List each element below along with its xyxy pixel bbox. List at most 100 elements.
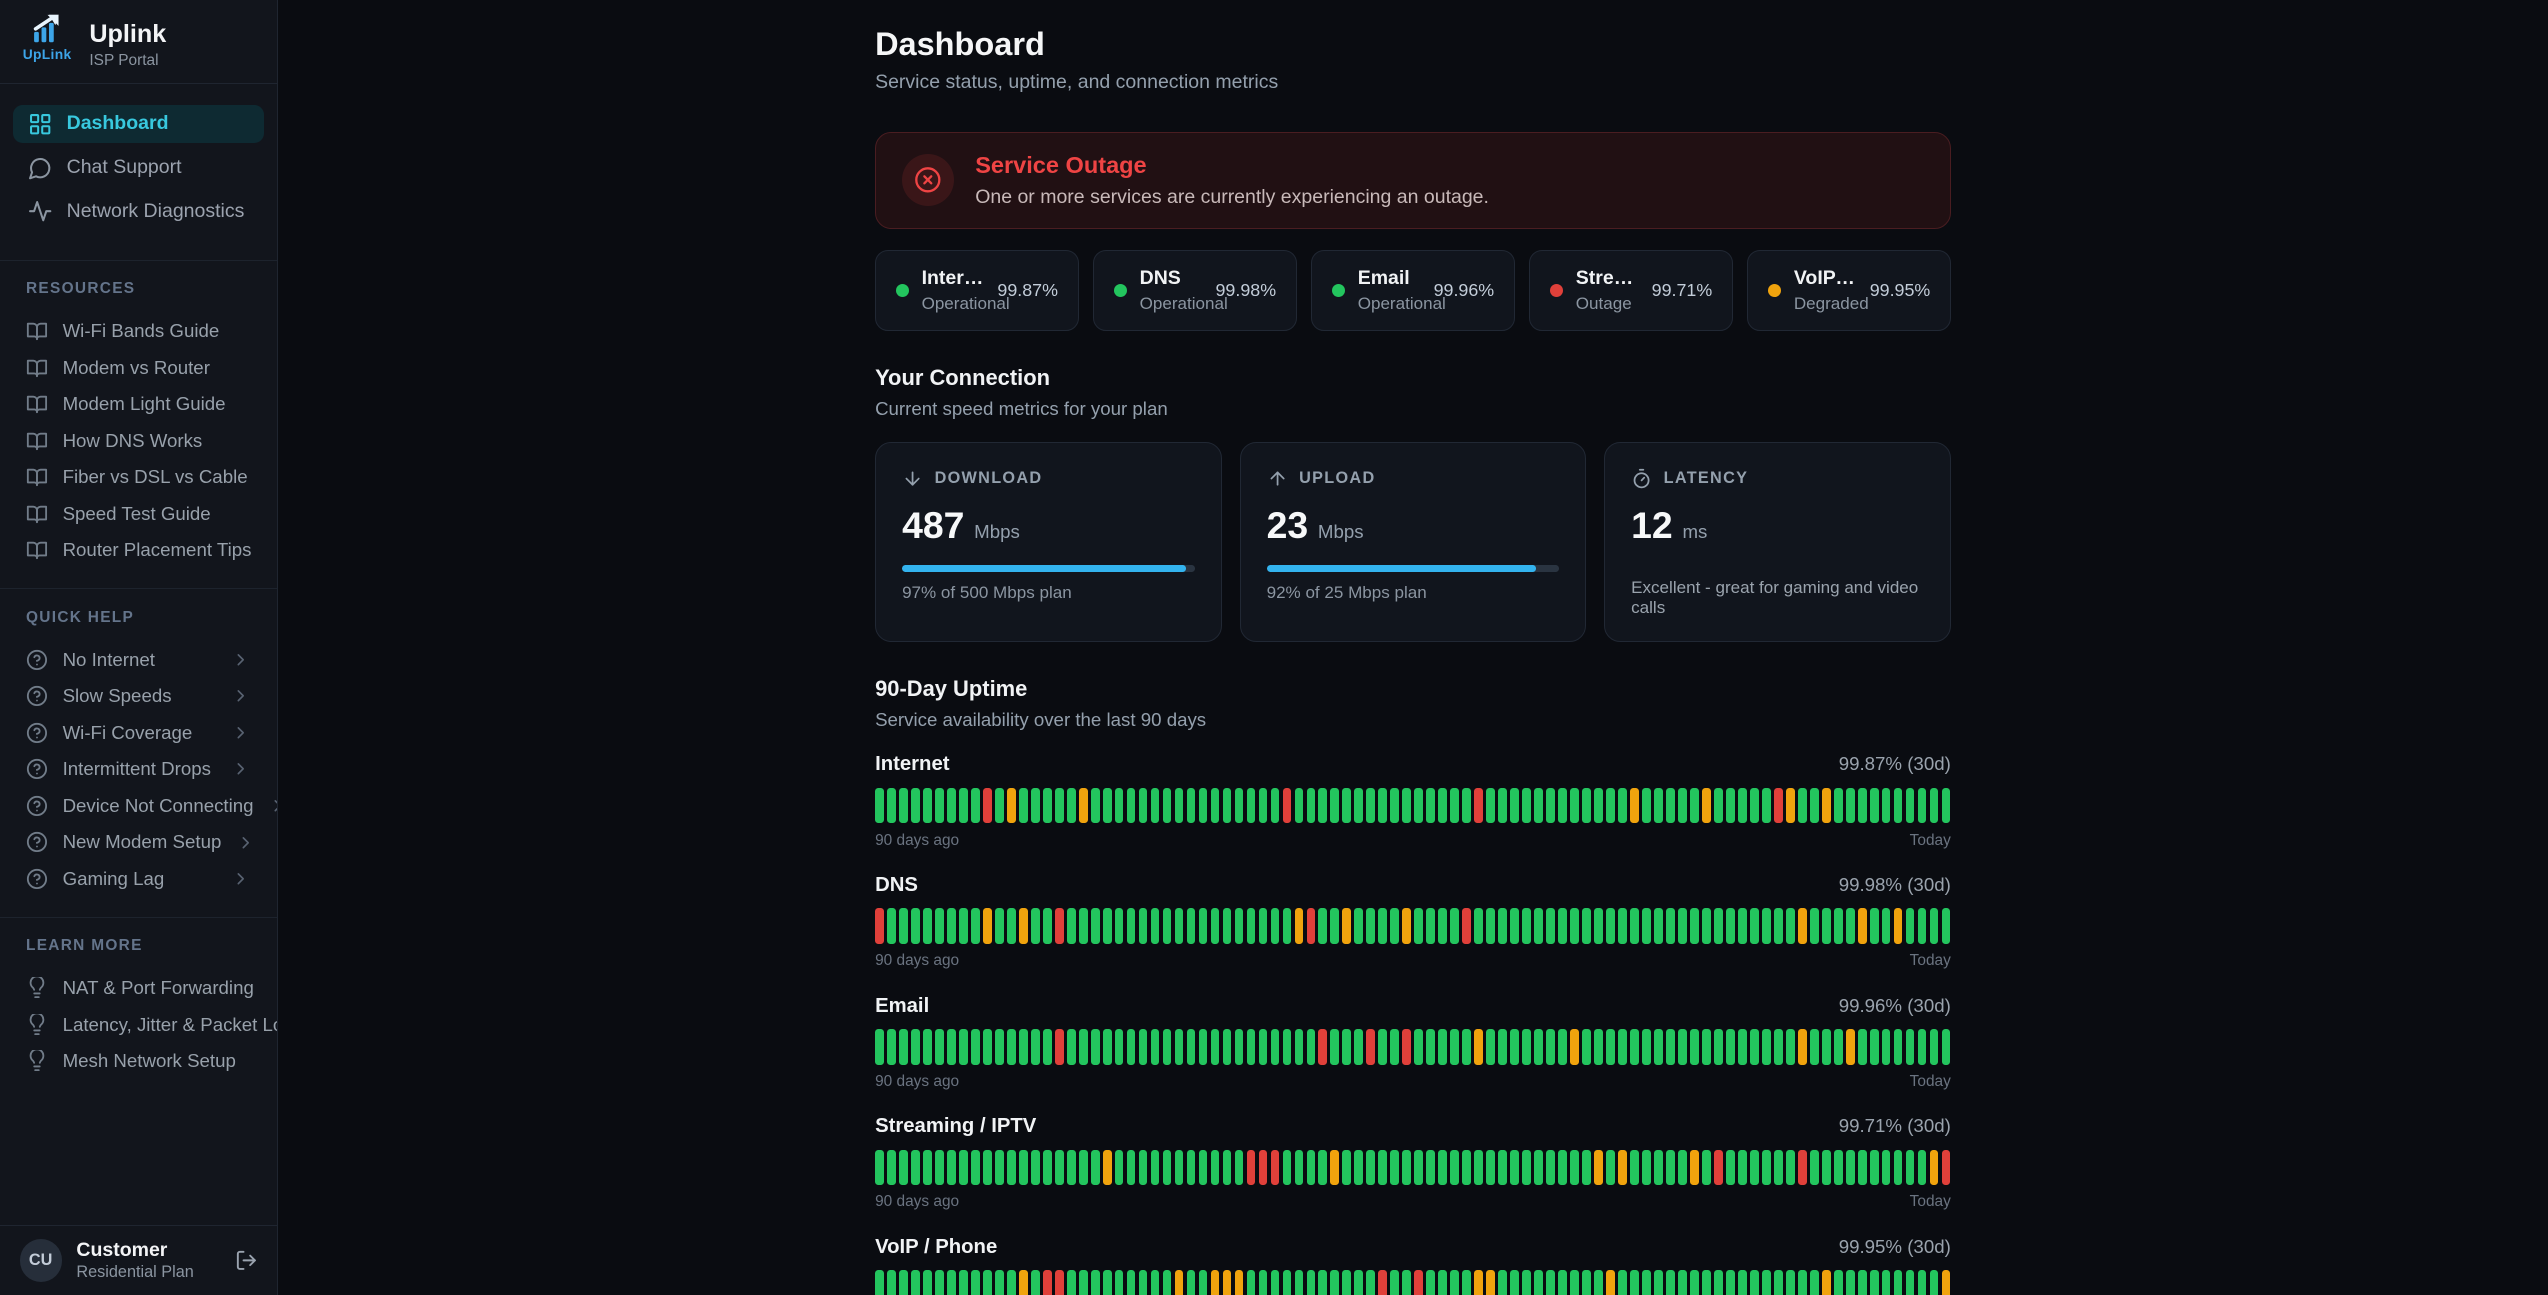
uptime-day-bar [1702,1150,1711,1186]
uptime-day-bar [1295,1150,1304,1186]
sidebar-item-wi-fi-bands-guide[interactable]: Wi-Fi Bands Guide [0,313,277,350]
status-card-email[interactable]: EmailOperational99.96% [1311,250,1514,331]
service-name: Streaming / IPTV [1576,267,1639,290]
uptime-day-bar [875,1150,884,1186]
uptime-day-bar [1858,1150,1867,1186]
progress-bar-fill [902,565,1186,572]
uptime-day-bar [1546,908,1555,944]
sidebar-item-label: How DNS Works [63,430,203,452]
uptime-day-bar [1666,908,1675,944]
uptime-day-bar [1882,1270,1891,1295]
sidebar-item-router-placement-tips[interactable]: Router Placement Tips [0,532,277,569]
sidebar-item-modem-light-guide[interactable]: Modem Light Guide [0,386,277,423]
uptime-day-bar [1822,1270,1831,1295]
service-uptime-pct: 99.98% [1216,280,1277,301]
service-status: Degraded [1794,294,1857,314]
arrow-up-icon [1267,468,1288,489]
status-dot-icon [1332,284,1345,297]
uptime-day-bar [1366,1150,1375,1186]
uptime-day-bar [1330,1029,1339,1065]
uptime-day-bar [1354,1029,1363,1065]
chat-icon [28,156,52,180]
book-icon [26,466,48,488]
uptime-day-bar [971,1270,980,1295]
uptime-day-bar [1522,1150,1531,1186]
logout-icon[interactable] [235,1249,258,1272]
uptime-row-header: DNS99.98% (30d) [875,874,1951,897]
uptime-day-bar [1318,908,1327,944]
uptime-day-bar [1307,788,1316,824]
service-status-cards: InternetOperational99.87%DNSOperational9… [875,250,1951,331]
uptime-day-bar [1079,1270,1088,1295]
uptime-day-bar [1426,1150,1435,1186]
uptime-day-bar [1366,1029,1375,1065]
sidebar-item-how-dns-works[interactable]: How DNS Works [0,422,277,459]
sidebar-item-network-diagnostics[interactable]: Network Diagnostics [13,193,264,230]
sidebar-item-dashboard[interactable]: Dashboard [13,105,264,142]
uptime-day-bar [1582,1029,1591,1065]
uptime-day-bar [1402,1270,1411,1295]
uptime-day-bar [1534,1150,1543,1186]
uptime-day-bar [1127,1270,1136,1295]
sidebar-item-no-internet[interactable]: No Internet [0,641,277,678]
uptime-day-bar [947,1270,956,1295]
uptime-day-bar [1103,908,1112,944]
uptime-day-bar [1043,1150,1052,1186]
uptime-day-bar [1079,1029,1088,1065]
sidebar-item-wi-fi-coverage[interactable]: Wi-Fi Coverage [0,714,277,751]
uptime-day-bar [1498,788,1507,824]
axis-label-start: 90 days ago [875,1193,959,1211]
sidebar-item-speed-test-guide[interactable]: Speed Test Guide [0,496,277,533]
sidebar-item-latency-jitter-packet-loss[interactable]: Latency, Jitter & Packet Loss [0,1006,277,1043]
uptime-day-bar [1378,1150,1387,1186]
uptime-day-bar [1211,1270,1220,1295]
sidebar-item-new-modem-setup[interactable]: New Modem Setup [0,824,277,861]
sidebar-item-device-not-connecting[interactable]: Device Not Connecting [0,788,277,825]
sidebar-item-label: Wi-Fi Coverage [63,722,193,744]
uptime-day-bar [1882,788,1891,824]
uptime-day-bar [1474,908,1483,944]
uptime-day-bar [923,788,932,824]
uptime-day-bar [1390,788,1399,824]
status-card-streaming-iptv[interactable]: Streaming / IPTVOutage99.71% [1529,250,1732,331]
sidebar-item-gaming-lag[interactable]: Gaming Lag [0,861,277,898]
uptime-day-bar [1151,1029,1160,1065]
service-status: Outage [1576,294,1639,314]
sidebar-item-label: Mesh Network Setup [63,1050,236,1072]
status-card-voip-phone[interactable]: VoIP / PhoneDegraded99.95% [1747,250,1950,331]
uptime-day-bar [1019,788,1028,824]
sidebar-item-intermittent-drops[interactable]: Intermittent Drops [0,751,277,788]
sidebar-item-nat-port-forwarding[interactable]: NAT & Port Forwarding [0,970,277,1007]
uptime-day-bar [1642,788,1651,824]
uptime-day-bar [1175,908,1184,944]
uptime-day-bar [1438,788,1447,824]
uptime-day-bar [1534,788,1543,824]
book-icon [26,539,48,561]
uptime-day-bar [1295,1270,1304,1295]
uptime-day-bar [1822,908,1831,944]
uptime-day-bar [1630,1150,1639,1186]
axis-label-end: Today [1910,832,1951,850]
chevron-right-icon [231,869,251,889]
sidebar-item-slow-speeds[interactable]: Slow Speeds [0,678,277,715]
uptime-day-bar [1031,1150,1040,1186]
status-card-internet[interactable]: InternetOperational99.87% [875,250,1078,331]
chevron-right-icon [268,796,278,816]
sidebar-item-chat-support[interactable]: Chat Support [13,149,264,186]
uptime-day-bar [1438,1029,1447,1065]
uptime-day-bar [875,1270,884,1295]
uptime-day-bar [1474,788,1483,824]
status-dot-icon [896,284,909,297]
sidebar-item-modem-vs-router[interactable]: Modem vs Router [0,349,277,386]
main-nav: Dashboard Chat Support Network Diagnostics [0,84,277,247]
sidebar-item-fiber-vs-dsl-vs-cable[interactable]: Fiber vs DSL vs Cable [0,459,277,496]
uptime-day-bar [1103,788,1112,824]
arrow-down-icon [902,468,923,489]
status-card-dns[interactable]: DNSOperational99.98% [1093,250,1296,331]
uptime-day-bar [1846,1150,1855,1186]
uptime-day-bar [959,908,968,944]
uptime-day-bar [1882,908,1891,944]
sidebar-item-mesh-network-setup[interactable]: Mesh Network Setup [0,1043,277,1080]
sidebar-item-label: No Internet [63,649,155,671]
uptime-day-bar [1187,1270,1196,1295]
